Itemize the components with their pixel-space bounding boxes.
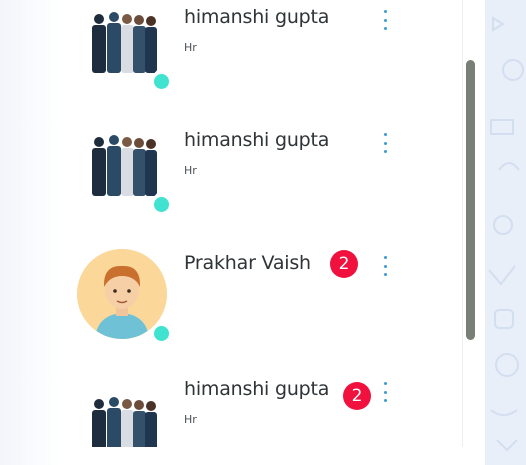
online-indicator xyxy=(153,196,170,213)
kebab-menu-icon[interactable] xyxy=(380,382,390,402)
kebab-menu-icon[interactable] xyxy=(380,256,390,276)
contact-role: Hr xyxy=(184,413,197,426)
contact-item[interactable]: Prakhar Vaish 2 xyxy=(60,236,462,346)
contact-name: himanshi gupta xyxy=(184,6,330,28)
group-photo-avatar-icon xyxy=(77,120,167,210)
kebab-menu-icon[interactable] xyxy=(380,133,390,153)
online-indicator xyxy=(153,325,170,342)
avatar[interactable] xyxy=(77,249,170,342)
contact-name: himanshi gupta xyxy=(184,378,330,400)
group-photo-avatar-icon xyxy=(77,382,167,447)
unread-count-badge: 2 xyxy=(330,250,358,278)
chat-background-panel xyxy=(485,0,526,465)
avatar[interactable] xyxy=(77,120,170,213)
contact-item[interactable]: himanshi gupta Hr xyxy=(60,113,462,223)
online-indicator xyxy=(153,73,170,90)
contact-item[interactable]: himanshi gupta Hr xyxy=(60,0,462,100)
contact-name: himanshi gupta xyxy=(184,129,330,151)
avatar[interactable] xyxy=(77,0,170,90)
contact-role: Hr xyxy=(184,41,197,54)
cartoon-man-avatar-icon xyxy=(77,249,167,339)
kebab-menu-icon[interactable] xyxy=(380,10,390,30)
scrollbar-thumb[interactable] xyxy=(466,60,475,340)
contact-role: Hr xyxy=(184,164,197,177)
contact-item[interactable]: himanshi gupta Hr 2 xyxy=(60,362,462,447)
group-photo-avatar-icon xyxy=(77,0,167,87)
contact-name: Prakhar Vaish xyxy=(184,252,311,274)
avatar[interactable] xyxy=(77,382,167,447)
unread-count-badge: 2 xyxy=(343,382,371,410)
contact-list: himanshi gupta Hr himanshi gupta Hr Prak… xyxy=(60,0,462,447)
left-panel-edge xyxy=(0,0,60,465)
